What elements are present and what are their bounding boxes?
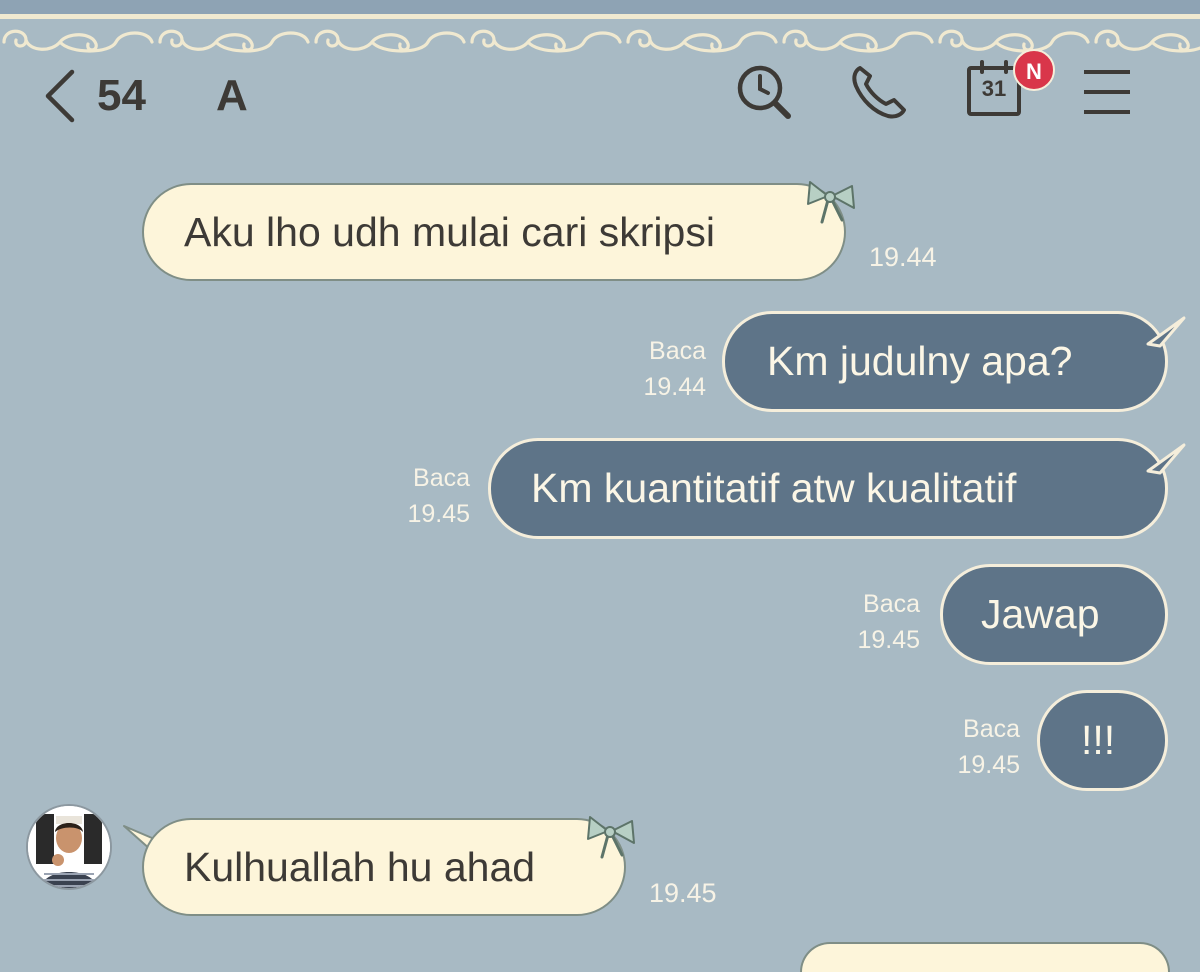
message-meta: Baca 19.45 bbox=[910, 711, 1020, 783]
message-meta: Baca 19.45 bbox=[360, 460, 470, 532]
calendar-badge: N bbox=[1013, 49, 1055, 91]
message-time: 19.44 bbox=[869, 242, 937, 272]
phone-icon[interactable] bbox=[846, 60, 916, 124]
chat-title[interactable]: A bbox=[216, 66, 248, 126]
outgoing-message-bubble[interactable]: Km judulny apa? bbox=[722, 311, 1168, 412]
message-time: 19.45 bbox=[857, 626, 920, 654]
calendar-day-number: 31 bbox=[981, 76, 1007, 101]
outgoing-message-bubble[interactable]: Km kuantitatif atw kualitatif bbox=[488, 438, 1168, 539]
message-time: 19.45 bbox=[407, 500, 470, 528]
read-status: Baca bbox=[863, 590, 920, 618]
read-status: Baca bbox=[413, 464, 470, 492]
bubble-tail bbox=[1146, 316, 1186, 348]
incoming-message-bubble[interactable]: Aku lho udh mulai cari skripsi bbox=[142, 183, 846, 281]
search-icon[interactable] bbox=[730, 60, 800, 124]
outgoing-message-bubble[interactable]: Jawap bbox=[940, 564, 1168, 665]
message-text: !!! bbox=[1081, 717, 1116, 763]
outgoing-message-bubble[interactable]: !!! bbox=[1037, 690, 1168, 791]
bow-icon bbox=[807, 181, 855, 224]
message-time: 19.45 bbox=[649, 878, 717, 908]
back-chevron-icon[interactable] bbox=[40, 68, 80, 124]
message-text: Km judulny apa? bbox=[767, 338, 1073, 384]
menu-icon[interactable] bbox=[1072, 60, 1142, 124]
message-text: Kulhuallah hu ahad bbox=[184, 843, 536, 890]
message-text: Jawap bbox=[981, 591, 1100, 637]
avatar[interactable] bbox=[26, 804, 112, 890]
top-strip bbox=[0, 0, 1200, 14]
unread-count[interactable]: 54 bbox=[97, 66, 146, 126]
partial-message-bubble bbox=[800, 942, 1170, 972]
message-text: Aku lho udh mulai cari skripsi bbox=[184, 208, 715, 255]
incoming-message-bubble[interactable]: Kulhuallah hu ahad bbox=[142, 818, 626, 916]
message-meta: Baca 19.44 bbox=[600, 333, 706, 405]
bow-icon bbox=[587, 816, 635, 859]
read-status: Baca bbox=[649, 337, 706, 365]
message-time: 19.44 bbox=[643, 373, 706, 401]
bubble-tail bbox=[1146, 443, 1186, 475]
message-meta: Baca 19.45 bbox=[810, 586, 920, 658]
message-time: 19.45 bbox=[957, 751, 1020, 779]
message-text: Km kuantitatif atw kualitatif bbox=[531, 465, 1017, 511]
decorative-top-line bbox=[0, 14, 1200, 19]
read-status: Baca bbox=[963, 715, 1020, 743]
